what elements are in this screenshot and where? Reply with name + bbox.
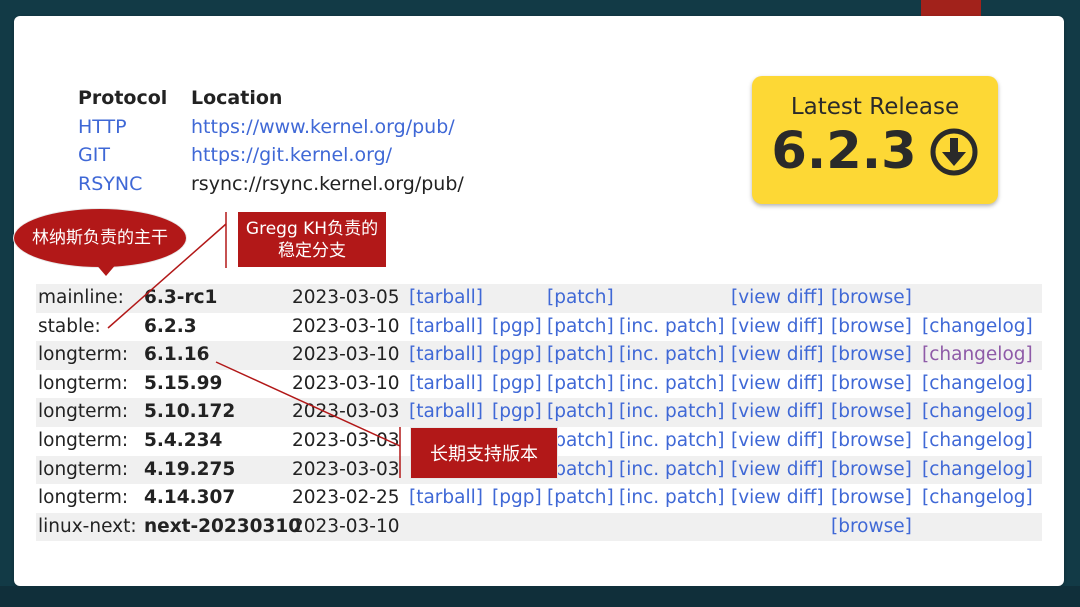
arrow-to-longterm (215, 361, 401, 447)
longterm-callout-text: 长期支持版本 (430, 444, 538, 465)
gregg-stable-callout: Gregg KH负责的稳定分支 (238, 212, 386, 267)
linus-callout-text: 林纳斯负责的主干 (32, 228, 168, 248)
longterm-callout: 长期支持版本 (410, 427, 558, 479)
linus-callout-tail (94, 262, 118, 276)
linus-mainline-callout: 林纳斯负责的主干 (13, 208, 187, 268)
annotation-arrows (107, 212, 401, 478)
gregg-callout-text: Gregg KH负责的稳定分支 (245, 218, 379, 261)
